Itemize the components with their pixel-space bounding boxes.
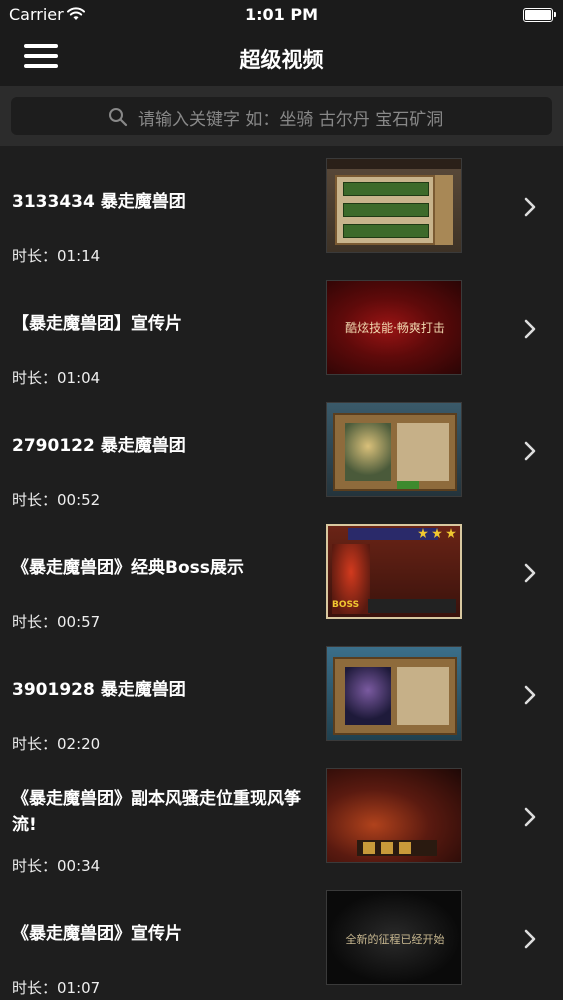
video-title: 3901928 暴走魔兽团 [12,680,186,700]
video-thumbnail: 全新的征程已经开始 [326,890,462,985]
video-list-item[interactable]: 《暴走魔兽团》副本风骚走位重现风筝流! 时长：00:34 [0,756,563,878]
video-duration: 时长：00:52 [12,491,101,509]
boss-label: BOSS [332,600,360,610]
status-time: 1:01 PM [244,5,318,24]
chevron-right-icon [524,685,536,705]
video-duration: 时长：00:57 [12,613,101,631]
video-list-item[interactable]: 3901928 暴走魔兽团 时长：02:20 [0,634,563,756]
video-duration: 时长：00:34 [12,857,101,875]
status-bar: Carrier 1:01 PM [0,0,563,30]
video-thumbnail [326,768,462,863]
video-list-item[interactable]: 《暴走魔兽团》经典Boss展示 时长：00:57 BOSS [0,512,563,634]
page-title: 超级视频 [239,48,324,72]
video-duration: 时长：01:04 [12,369,101,387]
video-thumbnail: BOSS [326,524,462,619]
video-duration: 时长：01:14 [12,247,101,265]
thumbnail-caption: 酷炫技能·畅爽打击 [345,321,445,335]
video-thumbnail [326,158,462,253]
video-thumbnail: 酷炫技能·畅爽打击 [326,280,462,375]
search-input[interactable]: 请输入关键字 如：坐骑 古尔丹 宝石矿洞 [11,97,552,135]
video-list-item[interactable]: 2790122 暴走魔兽团 时长：00:52 [0,390,563,512]
chevron-right-icon [524,197,536,217]
search-placeholder: 请输入关键字 如：坐骑 古尔丹 宝石矿洞 [138,110,444,130]
chevron-right-icon [524,929,536,949]
video-title: 《暴走魔兽团》副本风骚走位重现风筝流! [12,789,301,835]
chevron-right-icon [524,563,536,583]
video-title: 【暴走魔兽团】宣传片 [12,314,182,334]
chevron-right-icon [524,807,536,827]
video-list-item[interactable]: 【暴走魔兽团】宣传片 时长：01:04 酷炫技能·畅爽打击 [0,268,563,390]
thumbnail-caption: 全新的征程已经开始 [345,933,445,946]
chevron-right-icon [524,441,536,461]
video-title: 2790122 暴走魔兽团 [12,436,186,456]
video-title: 3133434 暴走魔兽团 [12,192,186,212]
video-list-item[interactable]: 《暴走魔兽团》宣传片 时长：01:07 全新的征程已经开始 [0,878,563,1000]
video-duration: 时长：01:07 [12,979,101,997]
search-bar: 请输入关键字 如：坐骑 古尔丹 宝石矿洞 [0,86,563,146]
video-list: 3133434 暴走魔兽团 时长：01:14 【暴走魔兽团】宣传片 时长：01:… [0,146,563,1000]
chevron-right-icon [524,319,536,339]
video-duration: 时长：02:20 [12,735,101,753]
navigation-bar: 超级视频 [0,30,563,86]
video-list-item[interactable]: 3133434 暴走魔兽团 时长：01:14 [0,146,563,268]
video-title: 《暴走魔兽团》宣传片 [12,924,182,944]
video-thumbnail [326,402,462,497]
video-title: 《暴走魔兽团》经典Boss展示 [12,558,244,578]
battery-icon [523,8,556,22]
video-thumbnail [326,646,462,741]
search-icon [109,108,128,127]
